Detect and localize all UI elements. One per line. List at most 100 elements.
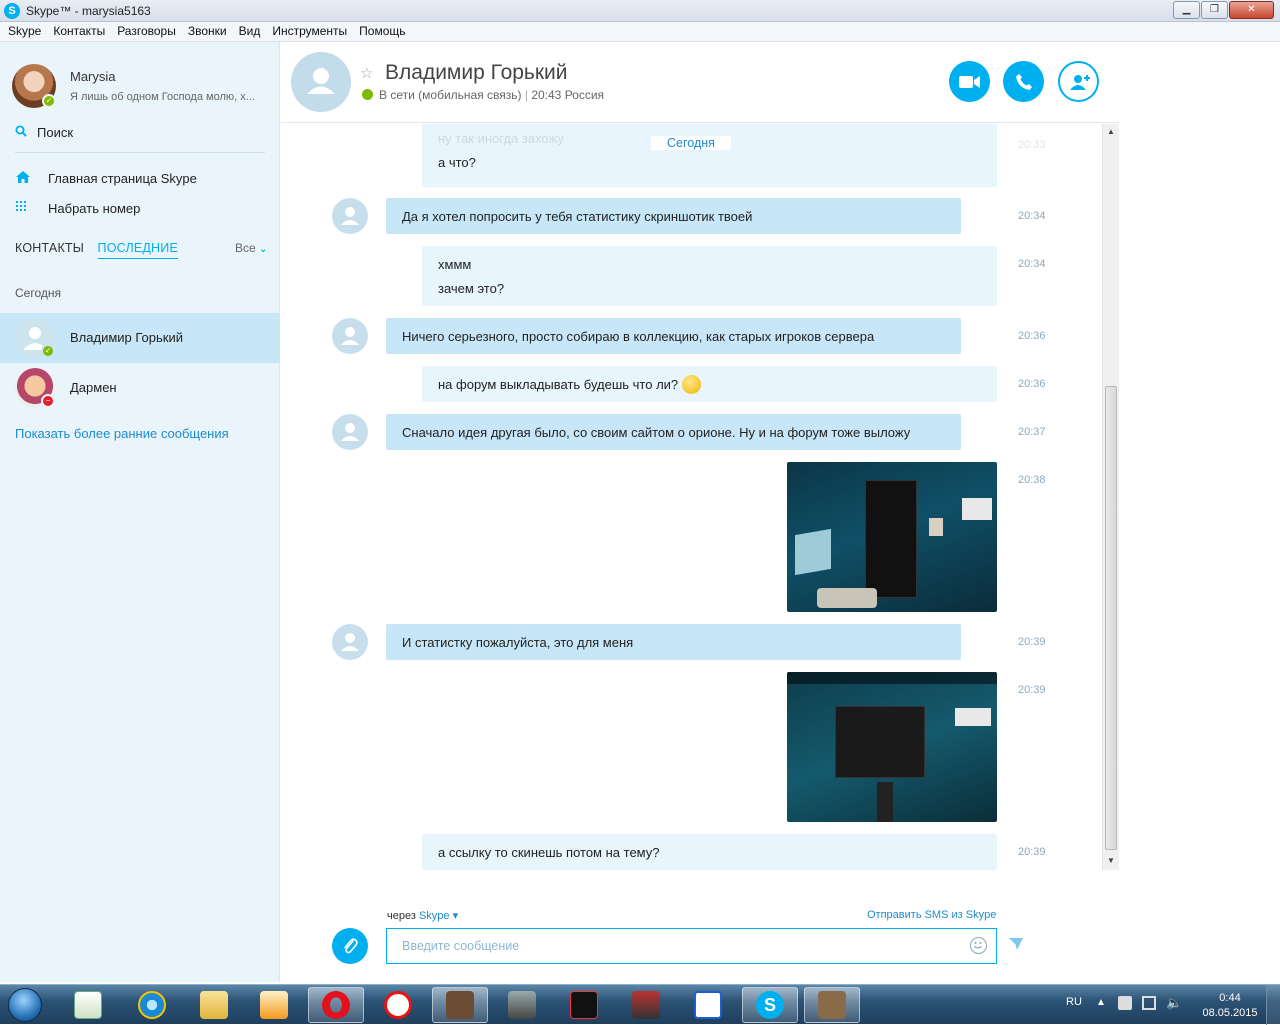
maximize-button[interactable]: ❐ [1201, 1, 1228, 19]
status-text: В сети (мобильная связь) [379, 88, 522, 102]
message-text: ну так иногда захожу [438, 131, 564, 146]
network-icon[interactable] [1142, 996, 1156, 1010]
video-call-button[interactable] [949, 61, 990, 102]
taskbar-app-racing-game[interactable] [618, 987, 674, 1023]
taskbar-app-tasks[interactable] [680, 987, 736, 1023]
close-button[interactable]: ✕ [1229, 1, 1274, 19]
taskbar-app-opera[interactable] [308, 987, 364, 1023]
contact-item[interactable]: − Дармен [0, 363, 280, 413]
phone-icon [1015, 74, 1032, 90]
message-time: 20:39 [1018, 684, 1046, 696]
taskbar-app-internet-explorer[interactable] [124, 987, 180, 1023]
menu-calls[interactable]: Звонки [182, 22, 233, 41]
volume-icon[interactable]: 🔈 [1166, 995, 1182, 1011]
message-bubble-incoming[interactable]: Да я хотел попросить у тебя статистику с… [386, 198, 961, 234]
show-earlier-messages-link[interactable]: Показать более ранние сообщения [15, 426, 229, 441]
sender-avatar[interactable] [332, 198, 368, 234]
via-service-dropdown[interactable]: Skype ▾ [419, 910, 458, 922]
system-clock[interactable]: 0:44 08.05.2015 [1200, 991, 1260, 1021]
need-for-speed-icon [570, 991, 598, 1019]
message-time: 20:36 [1018, 330, 1046, 342]
racing-game-icon [632, 991, 660, 1019]
section-today: Сегодня [15, 286, 61, 300]
add-people-button[interactable] [1058, 61, 1099, 102]
message-bubble-incoming[interactable]: И статистку пожалуйста, это для меня [386, 624, 961, 660]
tab-recent[interactable]: ПОСЛЕДНИЕ [97, 241, 179, 259]
message-bubble-outgoing[interactable]: на форум выкладывать будешь что ли? [422, 366, 997, 402]
taskbar-app-truck-game[interactable] [494, 987, 550, 1023]
language-indicator[interactable]: RU [1066, 996, 1082, 1008]
sender-avatar[interactable] [332, 624, 368, 660]
send-icon[interactable] [1008, 937, 1024, 955]
truck-game-icon [508, 991, 536, 1019]
window-titlebar: S Skype™ - marysia5163 ▁ ❐ ✕ [0, 0, 1280, 22]
menu-view[interactable]: Вид [233, 22, 267, 41]
taskbar-app-notes[interactable] [60, 987, 116, 1023]
taskbar-app-yandex-browser[interactable] [370, 987, 426, 1023]
message-text: хммм [438, 256, 472, 272]
message-text: а что? [438, 155, 476, 170]
emoticon-picker-icon[interactable] [970, 937, 987, 954]
taskbar-app-skype[interactable]: S [742, 987, 798, 1023]
menu-tools[interactable]: Инструменты [266, 22, 353, 41]
scrollbar-thumb[interactable] [1105, 386, 1117, 850]
menu-bar: Skype Контакты Разговоры Звонки Вид Инст… [0, 22, 1280, 42]
message-bubble-outgoing[interactable]: ну так иногда захожу а что? [422, 124, 997, 187]
send-sms-link[interactable]: Отправить SMS из Skype [867, 909, 996, 921]
window-title: Skype™ - marysia5163 [26, 4, 151, 18]
menu-help[interactable]: Помощь [353, 22, 411, 41]
taskbar-app-game[interactable] [432, 987, 488, 1023]
menu-skype[interactable]: Skype [2, 22, 47, 41]
message-time: 20:38 [1018, 474, 1046, 486]
scroll-down-arrow-icon[interactable]: ▼ [1107, 856, 1115, 865]
sender-avatar[interactable] [332, 414, 368, 450]
taskbar-app-file-explorer[interactable] [186, 987, 242, 1023]
show-desktop-button[interactable] [1266, 985, 1280, 1025]
send-via[interactable]: через Skype ▾ [387, 909, 458, 922]
tray-expand-icon[interactable]: ▲ [1096, 997, 1106, 1008]
start-button[interactable] [2, 985, 48, 1025]
contact-avatar[interactable] [291, 52, 351, 112]
sender-avatar[interactable] [332, 318, 368, 354]
message-bubble-outgoing[interactable]: а ссылку то скинешь потом на тему? [422, 834, 997, 870]
message-list-scrollbar[interactable]: ▲ ▼ [1102, 124, 1119, 870]
message-time: 20:36 [1018, 378, 1046, 390]
message-time: 20:39 [1018, 636, 1046, 648]
video-camera-icon [958, 76, 980, 88]
taskbar-app-need-for-speed[interactable] [556, 987, 612, 1023]
filter-dropdown[interactable]: Все ⌄ [235, 241, 267, 255]
message-bubble-incoming[interactable]: Сначало идея другая было, со своим сайто… [386, 414, 961, 450]
game-screenshot-image[interactable] [787, 462, 997, 612]
menu-contacts[interactable]: Контакты [47, 22, 111, 41]
taskbar-app-game-2[interactable] [804, 987, 860, 1023]
search-row[interactable]: Поиск [15, 124, 73, 140]
attach-button[interactable] [332, 928, 368, 964]
message-bubble-outgoing[interactable]: хммм зачем это? [422, 246, 997, 306]
minimize-button[interactable]: ▁ [1173, 1, 1200, 19]
my-mood-message[interactable]: Я лишь об одном Господа молю, х... [70, 91, 270, 103]
home-link[interactable]: Главная страница Skype [15, 170, 197, 187]
chat-header: ☆ Владимир Горький В сети (мобильная свя… [281, 42, 1119, 123]
favorite-star-icon[interactable]: ☆ [360, 64, 373, 82]
message-text: Ничего серьезного, просто собираю в колл… [402, 328, 875, 344]
dial-link[interactable]: Набрать номер [15, 200, 140, 217]
audio-call-button[interactable] [1003, 61, 1044, 102]
contact-item[interactable]: ✓ Владимир Горький [0, 313, 280, 363]
message-input[interactable]: Введите сообщение [386, 928, 997, 964]
taskbar-app-media-player[interactable] [246, 987, 302, 1023]
via-prefix: через [387, 910, 416, 922]
chat-contact-name: Владимир Горький [385, 61, 568, 84]
action-center-icon[interactable] [1118, 996, 1132, 1010]
menu-conversations[interactable]: Разговоры [111, 22, 182, 41]
sidebar: ✓ Marysia Я лишь об одном Господа молю, … [0, 42, 280, 982]
message-bubble-incoming[interactable]: Ничего серьезного, просто собираю в колл… [386, 318, 961, 354]
game-avatar-icon [446, 991, 474, 1019]
message-time: 20:34 [1018, 258, 1046, 270]
game-screenshot-image[interactable] [787, 672, 997, 822]
windows-taskbar: S RU ▲ 🔈 0:44 08.05.2015 [0, 984, 1280, 1025]
tab-contacts[interactable]: КОНТАКТЫ [15, 241, 84, 255]
scroll-up-arrow-icon[interactable]: ▲ [1107, 127, 1115, 136]
message-time: 20:34 [1018, 210, 1046, 222]
search-icon [15, 124, 37, 140]
my-profile[interactable]: ✓ Marysia Я лишь об одном Господа молю, … [0, 42, 280, 114]
